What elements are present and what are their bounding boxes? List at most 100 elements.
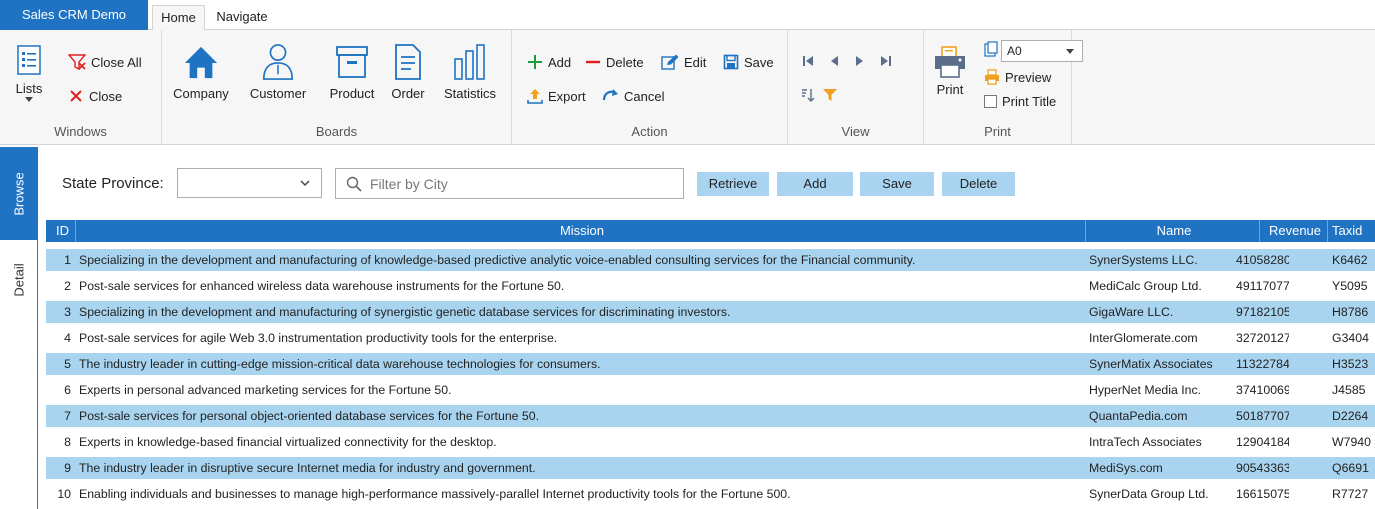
ribbon-group-action: Add Delete Edit Save Export Cancel Actio…	[512, 30, 788, 145]
city-search-input[interactable]	[370, 174, 670, 194]
column-header-taxid[interactable]: Taxid	[1329, 220, 1375, 242]
cell-id: 10	[57, 487, 71, 501]
add-button[interactable]: Add	[527, 52, 571, 72]
cell-revenue: 327201277	[1236, 331, 1289, 345]
board-statistics-button[interactable]: Statistics	[432, 42, 508, 101]
group-title-windows: Windows	[54, 124, 107, 139]
grid-delete-button[interactable]: Delete	[942, 172, 1015, 196]
cell-revenue: 501877072	[1236, 409, 1289, 423]
lists-button[interactable]: Lists	[14, 44, 44, 102]
grid-save-button[interactable]: Save	[860, 172, 934, 196]
grid-add-button[interactable]: Add	[777, 172, 853, 196]
group-title-action: Action	[631, 124, 668, 139]
next-record-icon[interactable]	[854, 55, 866, 70]
group-title-boards: Boards	[315, 124, 358, 139]
chevron-down-icon	[300, 180, 310, 187]
tab-home[interactable]: Home	[152, 5, 205, 31]
column-header-revenue[interactable]: Revenue	[1260, 220, 1328, 242]
list-icon	[14, 44, 44, 76]
side-tab-detail[interactable]: Detail	[0, 240, 37, 320]
export-button[interactable]: Export	[527, 86, 586, 106]
state-province-select[interactable]	[177, 168, 322, 198]
column-header-mission[interactable]: Mission	[76, 220, 1086, 242]
cell-mission: Enabling individuals and businesses to m…	[79, 487, 791, 501]
cell-id: 9	[64, 461, 71, 475]
close-button[interactable]: Close	[68, 86, 122, 106]
save-button[interactable]: Save	[723, 52, 774, 72]
close-all-label: Close All	[91, 54, 142, 70]
city-search-box[interactable]	[335, 168, 684, 199]
cell-id: 3	[64, 305, 71, 319]
cell-id: 1	[64, 253, 71, 267]
board-product-label: Product	[329, 86, 375, 101]
column-header-name[interactable]: Name	[1086, 220, 1260, 242]
column-header-id[interactable]: ID	[46, 220, 76, 242]
cell-taxid: H8786	[1332, 305, 1369, 319]
board-statistics-label: Statistics	[443, 86, 496, 101]
close-label: Close	[89, 88, 123, 104]
grid-header-row: ID Mission Name Revenue Taxid	[46, 220, 1375, 242]
print-title-checkbox[interactable]: Print Title	[984, 91, 1056, 111]
table-row[interactable]: 8 Experts in knowledge-based financial v…	[46, 431, 1375, 453]
table-row[interactable]: 5 The industry leader in cutting-edge mi…	[46, 353, 1375, 375]
save-icon	[723, 54, 739, 70]
table-row[interactable]: 10 Enabling individuals and businesses t…	[46, 483, 1375, 505]
cell-id: 4	[64, 331, 71, 345]
paper-size-select[interactable]: A0	[1001, 40, 1083, 62]
print-button[interactable]: Print	[932, 44, 968, 97]
side-divider	[37, 147, 38, 509]
document-icon	[390, 42, 426, 82]
preview-button[interactable]: Preview	[984, 67, 1051, 87]
last-record-icon[interactable]	[880, 55, 892, 70]
group-title-view: View	[841, 124, 870, 139]
table-row[interactable]: 3 Specializing in the development and ma…	[46, 301, 1375, 323]
ribbon: Lists Close All Close Windows Company Cu…	[0, 30, 1375, 145]
board-company-button[interactable]: Company	[170, 42, 232, 101]
print-title-label: Print Title	[1002, 93, 1057, 109]
board-customer-button[interactable]: Customer	[240, 42, 316, 101]
table-row[interactable]: 1 Specializing in the development and ma…	[46, 249, 1375, 271]
export-icon	[527, 89, 543, 104]
previous-record-icon[interactable]	[828, 55, 840, 70]
cancel-button[interactable]: Cancel	[601, 86, 664, 106]
paper-size-icon	[984, 41, 998, 60]
table-row[interactable]: 7 Post-sale services for personal object…	[46, 405, 1375, 427]
cell-revenue: 11322784	[1236, 357, 1289, 371]
cell-id: 6	[64, 383, 71, 397]
edit-button[interactable]: Edit	[661, 52, 706, 72]
bar-chart-icon	[452, 42, 488, 82]
tab-navigate[interactable]: Navigate	[212, 5, 272, 31]
side-tab-detail-label: Detail	[11, 263, 26, 297]
search-icon	[346, 176, 362, 192]
cell-mission: Post-sale services for agile Web 3.0 ins…	[79, 331, 558, 345]
close-icon	[70, 90, 82, 102]
cell-mission: Experts in personal advanced marketing s…	[79, 383, 452, 397]
side-tab-browse[interactable]: Browse	[0, 147, 37, 240]
cell-mission: The industry leader in cutting-edge miss…	[79, 357, 601, 371]
printer-icon	[932, 44, 968, 80]
cell-revenue: 971821050	[1236, 305, 1289, 319]
cell-revenue: 905433632	[1236, 461, 1289, 475]
user-icon	[260, 42, 296, 82]
first-record-icon[interactable]	[802, 55, 814, 70]
cancel-label: Cancel	[624, 88, 665, 104]
board-order-button[interactable]: Order	[384, 42, 432, 101]
table-row[interactable]: 2 Post-sale services for enhanced wirele…	[46, 275, 1375, 297]
checkbox-box[interactable]	[984, 94, 997, 108]
delete-button[interactable]: Delete	[585, 52, 644, 72]
cell-taxid: G3404	[1332, 331, 1369, 345]
chevron-down-icon	[1066, 49, 1074, 54]
ribbon-tab-strip: Sales CRM Demo Home Navigate	[0, 0, 1375, 31]
board-product-button[interactable]: Product	[320, 42, 384, 101]
cell-taxid: W7940	[1332, 435, 1371, 449]
cell-mission: Post-sale services for enhanced wireless…	[79, 279, 565, 293]
app-menu-tab[interactable]: Sales CRM Demo	[0, 0, 148, 30]
filter-icon[interactable]	[823, 88, 837, 105]
sort-icon[interactable]	[801, 88, 815, 105]
table-row[interactable]: 9 The industry leader in disruptive secu…	[46, 457, 1375, 479]
retrieve-button[interactable]: Retrieve	[697, 172, 769, 196]
close-all-button[interactable]: Close All	[68, 52, 142, 72]
table-row[interactable]: 4 Post-sale services for agile Web 3.0 i…	[46, 327, 1375, 349]
table-row[interactable]: 6 Experts in personal advanced marketing…	[46, 379, 1375, 401]
paper-size-value: A0	[1007, 44, 1022, 58]
